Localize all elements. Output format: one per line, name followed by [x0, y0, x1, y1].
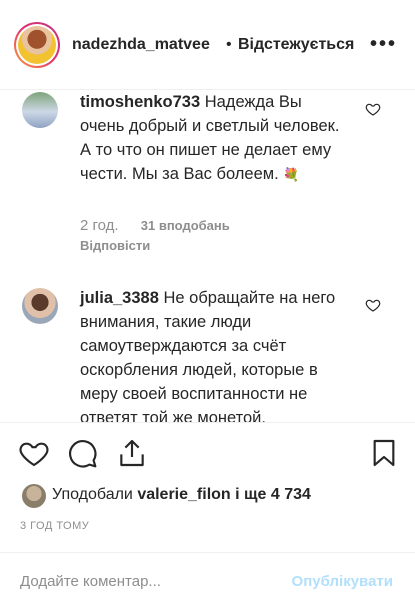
profile-avatar[interactable]: [14, 22, 60, 68]
bookmark-icon[interactable]: [368, 437, 400, 469]
comment-bubble-icon[interactable]: [66, 437, 98, 469]
comment-like-icon[interactable]: [365, 101, 381, 117]
bouquet-emoji: 💐: [283, 167, 300, 182]
comment-input[interactable]: Додайте коментар...: [20, 573, 161, 590]
add-comment-bar: Додайте коментар... Опублікувати: [0, 552, 415, 614]
reply-button[interactable]: Відповісти: [80, 238, 150, 253]
comment-body: timoshenko733 Надежда Вы очень добрый и …: [80, 90, 350, 187]
comment-like-icon[interactable]: [365, 297, 381, 313]
separator-dot: •: [226, 36, 232, 53]
comment-text: Не обращайте на него внимания, такие люд…: [80, 289, 336, 427]
comment-avatar[interactable]: [22, 288, 58, 324]
share-icon[interactable]: [116, 437, 148, 469]
comment-avatar[interactable]: [22, 92, 58, 128]
comment-meta: 2 год. 31 вподобань: [80, 217, 230, 234]
comment-username[interactable]: timoshenko733: [80, 93, 200, 111]
likes-prefix: Уподобали: [52, 486, 133, 503]
liker-avatar[interactable]: [22, 484, 46, 508]
post-header: nadezhda_matvee • Відстежується •••: [0, 0, 415, 90]
post-actions: [0, 422, 415, 483]
follow-status[interactable]: Відстежується: [238, 36, 354, 54]
likes-middle: і ще: [235, 486, 267, 503]
post-button[interactable]: Опублікувати: [292, 573, 393, 590]
comment-body: julia_3388 Не обращайте на него внимания…: [80, 286, 350, 430]
header-username[interactable]: nadezhda_matvee: [72, 36, 210, 54]
like-heart-icon[interactable]: [18, 437, 50, 469]
comment-likes[interactable]: 31 вподобань: [141, 218, 230, 233]
more-options-icon[interactable]: •••: [370, 33, 397, 56]
comment-username[interactable]: julia_3388: [80, 289, 159, 307]
avatar-image: [18, 26, 56, 64]
likes-count[interactable]: 4 734: [271, 486, 311, 503]
liker-username[interactable]: valerie_filon: [137, 486, 230, 503]
likes-text: Уподобали valerie_filon і ще 4 734: [52, 486, 311, 504]
post-timestamp: 3 ГОД ТОМУ: [20, 520, 90, 532]
comment-time: 2 год.: [80, 217, 119, 234]
avatar-border: [16, 24, 58, 66]
